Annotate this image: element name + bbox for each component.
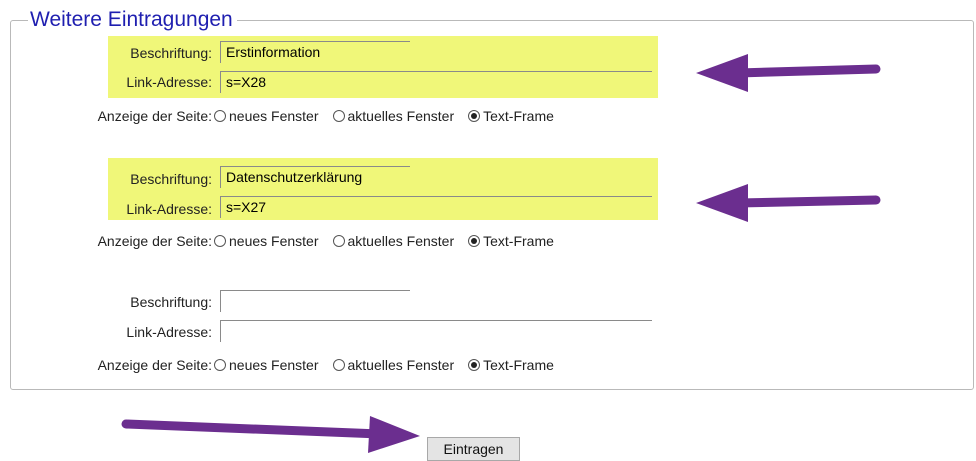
annotation-arrows [121,54,881,453]
submit-button[interactable]: Eintragen [427,437,520,461]
arrow-icon [696,184,881,222]
arrow-icon [696,54,881,92]
arrow-icon [121,416,420,453]
